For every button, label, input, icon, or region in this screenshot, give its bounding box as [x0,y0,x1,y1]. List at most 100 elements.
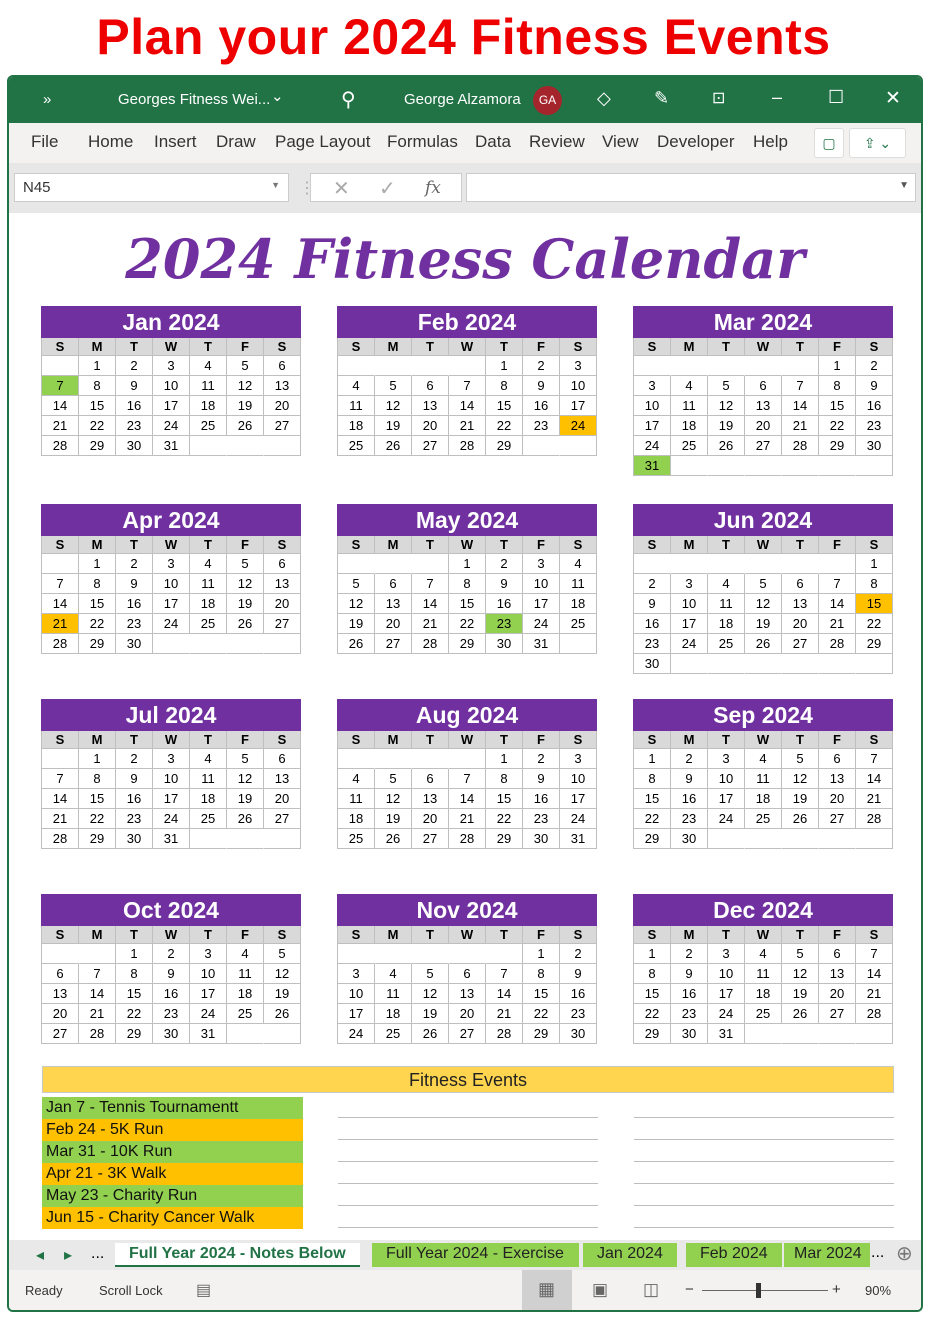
day-cell[interactable]: 7 [819,574,856,594]
day-cell[interactable]: 18 [190,789,227,809]
empty-cell[interactable] [338,356,375,376]
day-cell[interactable]: 5 [708,376,745,396]
day-cell[interactable]: 4 [190,554,227,574]
day-cell[interactable]: 2 [523,356,560,376]
day-cell[interactable]: 2 [486,554,523,574]
day-cell[interactable]: 28 [79,1024,116,1044]
more-sheets-left[interactable]: ... [91,1245,104,1263]
day-cell[interactable]: 23 [116,614,153,634]
day-cell[interactable]: 18 [190,594,227,614]
sheet-tab-jan[interactable]: Jan 2024 [583,1243,677,1267]
day-cell[interactable]: 20 [819,789,856,809]
day-cell[interactable]: 13 [745,396,782,416]
day-cell[interactable]: 17 [153,594,190,614]
day-cell[interactable]: 24 [523,614,560,634]
day-cell[interactable]: 31 [190,1024,227,1044]
empty-cell[interactable] [264,829,301,849]
day-cell[interactable]: 7 [449,376,486,396]
empty-cell[interactable] [42,749,79,769]
restore-ribbon-icon[interactable]: ⊡ [712,88,725,108]
day-cell[interactable]: 15 [634,984,671,1004]
day-cell[interactable]: 17 [338,1004,375,1024]
day-cell[interactable]: 5 [264,944,301,964]
day-cell[interactable]: 8 [523,964,560,984]
cancel-icon[interactable]: ✕ [333,176,350,201]
day-cell[interactable]: 23 [856,416,893,436]
empty-cell[interactable] [227,634,264,654]
day-cell[interactable]: 20 [819,984,856,1004]
user-name[interactable]: George Alzamora [404,91,521,108]
day-cell[interactable]: 5 [227,554,264,574]
day-cell[interactable]: 28 [42,634,79,654]
zoom-out-button[interactable]: − [685,1281,694,1298]
day-cell[interactable]: 16 [486,594,523,614]
day-cell[interactable]: 26 [227,614,264,634]
day-cell[interactable]: 10 [338,984,375,1004]
day-cell[interactable]: 30 [671,1024,708,1044]
day-cell[interactable]: 1 [523,944,560,964]
day-cell[interactable]: 6 [264,749,301,769]
chevron-down-icon[interactable]: ▼ [271,180,280,190]
chevron-down-icon[interactable]: ⌄ [271,87,284,105]
day-cell[interactable]: 27 [264,614,301,634]
day-cell[interactable]: 17 [634,416,671,436]
day-cell[interactable]: 9 [560,964,597,984]
day-cell[interactable]: 2 [671,749,708,769]
day-cell[interactable]: 23 [634,634,671,654]
day-cell[interactable]: 7 [856,944,893,964]
empty-cell[interactable] [671,554,708,574]
day-cell[interactable]: 3 [560,356,597,376]
day-cell[interactable]: 12 [375,789,412,809]
day-cell[interactable]: 22 [79,614,116,634]
empty-cell[interactable] [634,356,671,376]
day-cell[interactable]: 26 [338,634,375,654]
day-cell[interactable]: 26 [227,809,264,829]
day-cell[interactable]: 10 [708,964,745,984]
sheet-tab-feb[interactable]: Feb 2024 [686,1243,782,1267]
day-cell[interactable]: 31 [708,1024,745,1044]
day-cell[interactable]: 27 [412,436,449,456]
day-cell[interactable]: 13 [782,594,819,614]
pen-icon[interactable]: ✎ [654,88,669,109]
empty-cell[interactable] [449,356,486,376]
day-cell[interactable]: 1 [116,944,153,964]
notes-line[interactable] [634,1117,894,1118]
worksheet[interactable]: 2024 Fitness Calendar Fitness Events Jan… [9,213,921,1240]
tab-data[interactable]: Data [475,132,511,152]
day-cell[interactable]: 27 [449,1024,486,1044]
empty-cell[interactable] [227,1024,264,1044]
day-cell[interactable]: 24 [708,809,745,829]
event-item[interactable]: Feb 24 - 5K Run [42,1119,303,1141]
page-break-view-icon[interactable]: ◫ [643,1280,659,1300]
day-cell[interactable]: 1 [819,356,856,376]
day-cell[interactable]: 23 [116,809,153,829]
day-cell[interactable]: 29 [634,829,671,849]
day-cell[interactable]: 3 [153,749,190,769]
day-cell[interactable]: 14 [42,789,79,809]
empty-cell[interactable] [708,356,745,376]
day-cell[interactable]: 20 [264,594,301,614]
day-cell[interactable]: 6 [412,769,449,789]
day-cell[interactable]: 22 [856,614,893,634]
day-cell[interactable]: 13 [819,769,856,789]
day-cell[interactable]: 5 [782,749,819,769]
day-cell[interactable]: 4 [375,964,412,984]
empty-cell[interactable] [856,1024,893,1044]
day-cell[interactable]: 11 [227,964,264,984]
day-cell[interactable]: 26 [227,416,264,436]
empty-cell[interactable] [412,749,449,769]
search-icon[interactable]: ⚲ [341,87,356,112]
empty-cell[interactable] [375,554,412,574]
day-cell[interactable]: 25 [338,829,375,849]
day-cell[interactable]: 9 [116,376,153,396]
zoom-in-button[interactable]: + [832,1281,841,1298]
day-cell[interactable]: 3 [153,554,190,574]
day-cell[interactable]: 25 [745,809,782,829]
day-cell[interactable]: 17 [671,614,708,634]
day-cell[interactable]: 13 [264,376,301,396]
day-cell[interactable]: 22 [819,416,856,436]
day-cell[interactable]: 30 [523,829,560,849]
day-cell[interactable]: 31 [153,829,190,849]
day-cell[interactable]: 28 [856,1004,893,1024]
day-cell[interactable]: 3 [338,964,375,984]
